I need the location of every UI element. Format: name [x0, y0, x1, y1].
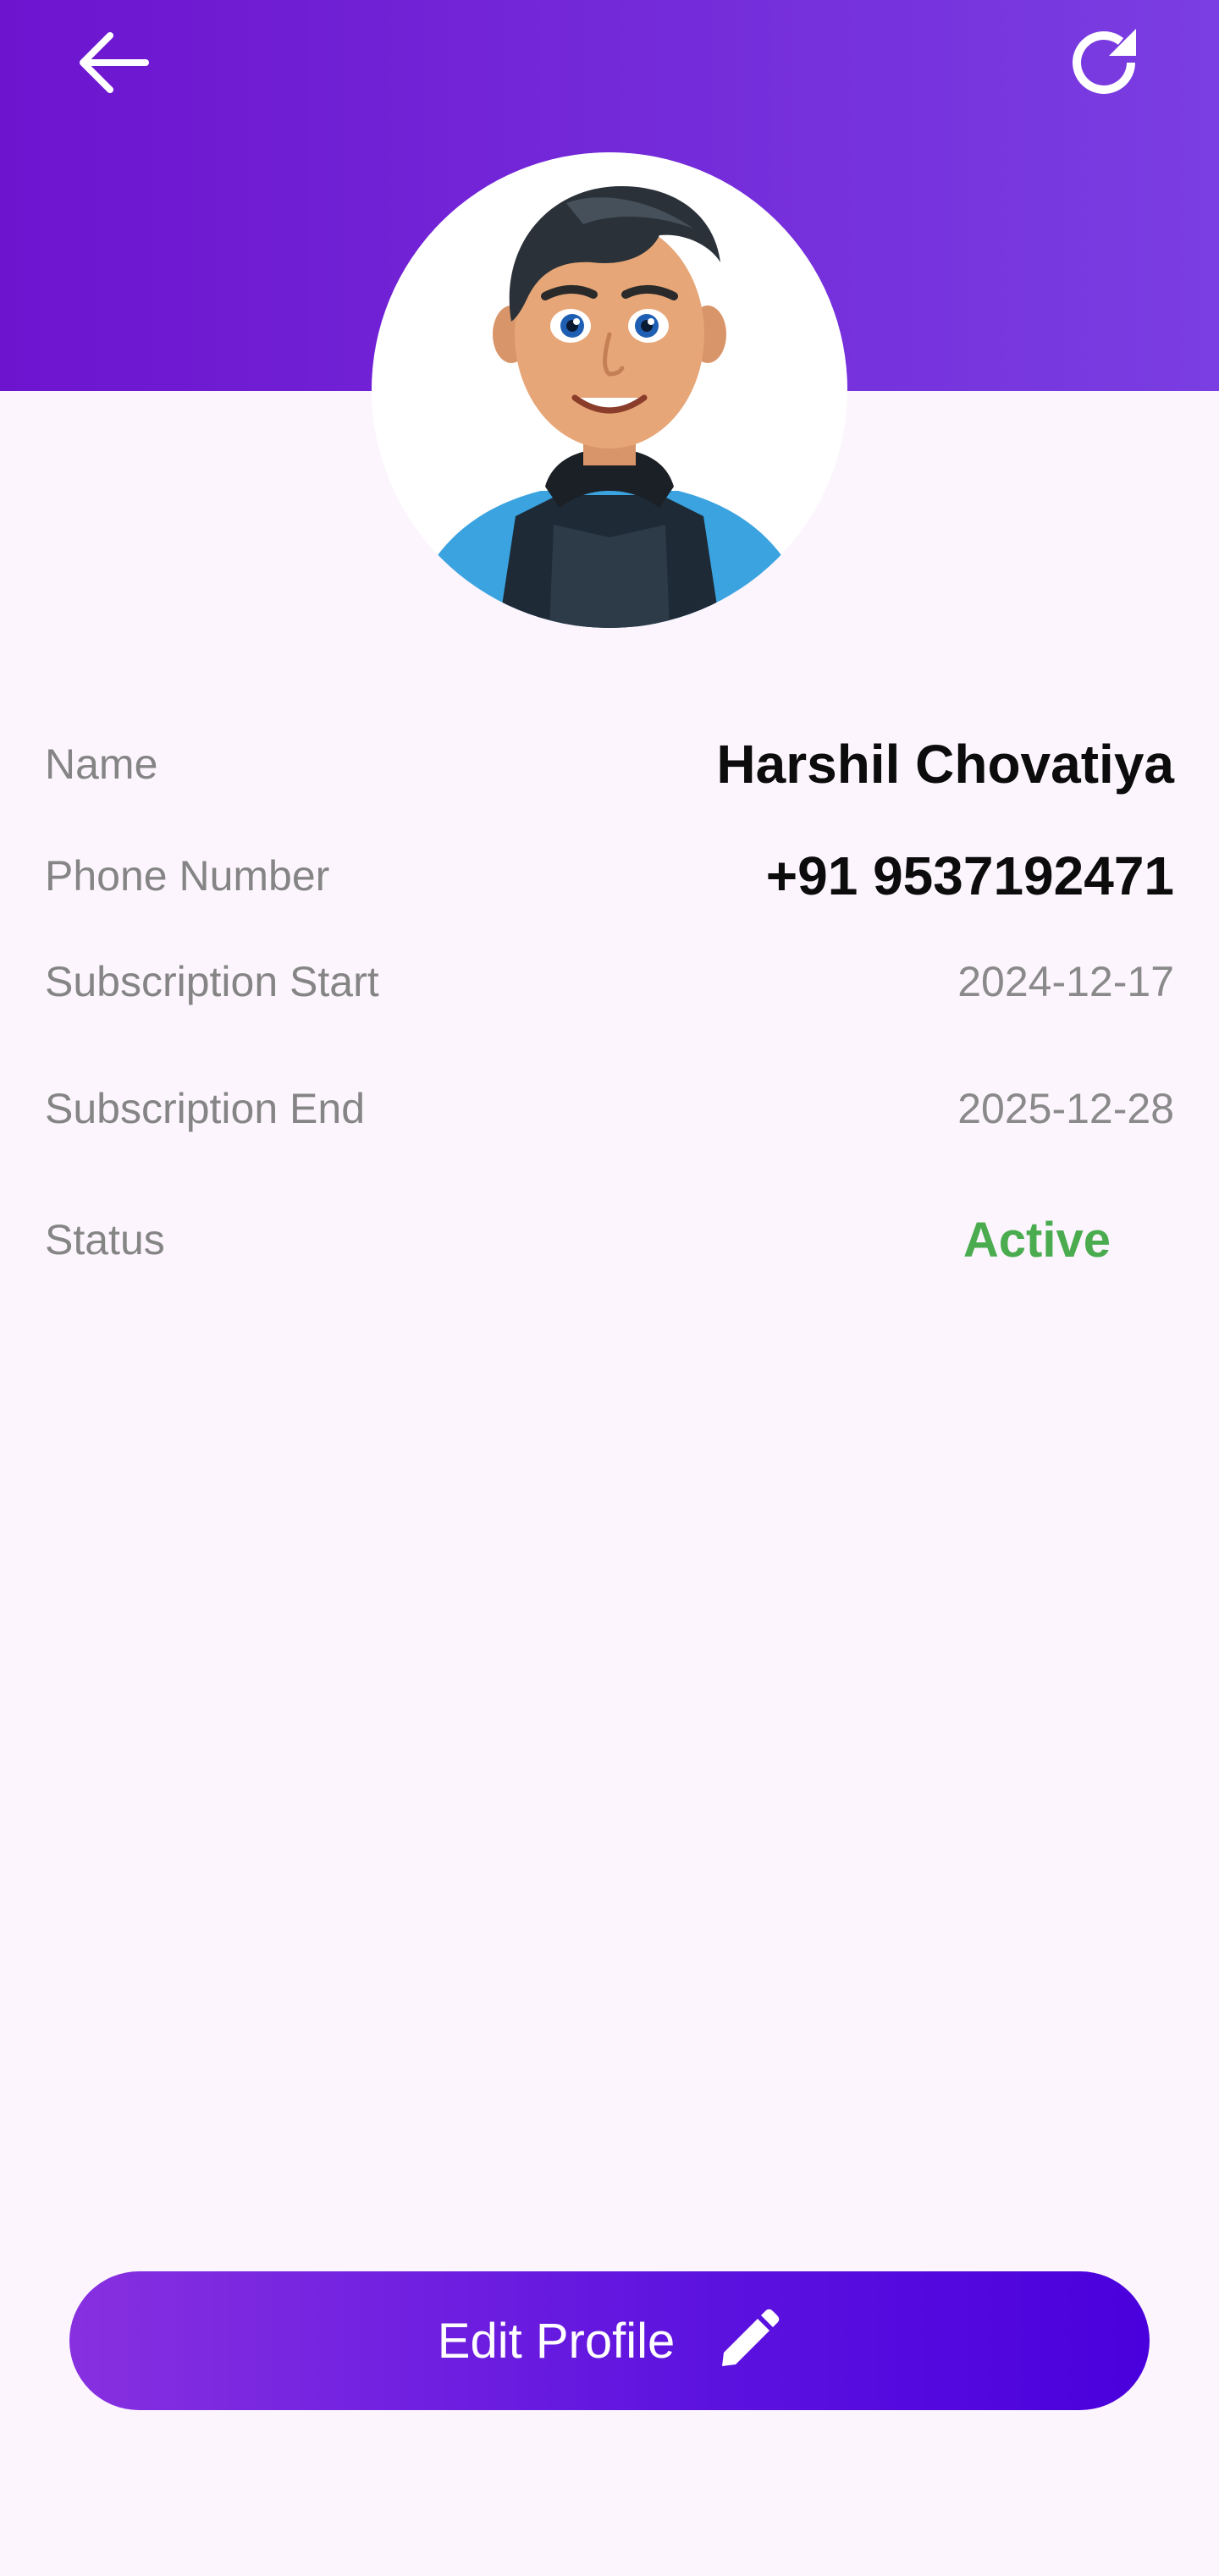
subscription-start-label: Subscription Start [45, 958, 379, 1005]
subscription-start-value: 2024-12-17 [957, 958, 1174, 1005]
subscription-end-label: Subscription End [45, 1085, 366, 1132]
cartoon-boy-avatar-icon [372, 152, 847, 628]
phone-label: Phone Number [45, 852, 330, 900]
status-label: Status [45, 1216, 165, 1263]
edit-profile-label: Edit Profile [437, 2313, 676, 2369]
phone-value: +91 9537192471 [765, 845, 1174, 906]
pencil-icon [722, 2309, 780, 2366]
name-label: Name [45, 740, 158, 788]
refresh-button[interactable] [1053, 12, 1155, 113]
name-row: Name Harshil Chovatiya [45, 726, 1174, 802]
status-badge: Active [963, 1212, 1111, 1268]
back-button[interactable] [63, 12, 164, 113]
status-row: Status Active [45, 1210, 1174, 1269]
profile-avatar [372, 152, 847, 628]
subscription-start-row: Subscription Start 2024-12-17 [45, 952, 1174, 1011]
subscription-end-value: 2025-12-28 [957, 1085, 1174, 1132]
subscription-end-row: Subscription End 2025-12-28 [45, 1079, 1174, 1138]
phone-row: Phone Number +91 9537192471 [45, 838, 1174, 914]
name-value: Harshil Chovatiya [716, 734, 1174, 795]
edit-profile-button[interactable]: Edit Profile [69, 2271, 1150, 2410]
arrow-left-icon [80, 32, 149, 93]
refresh-icon [1073, 29, 1136, 94]
